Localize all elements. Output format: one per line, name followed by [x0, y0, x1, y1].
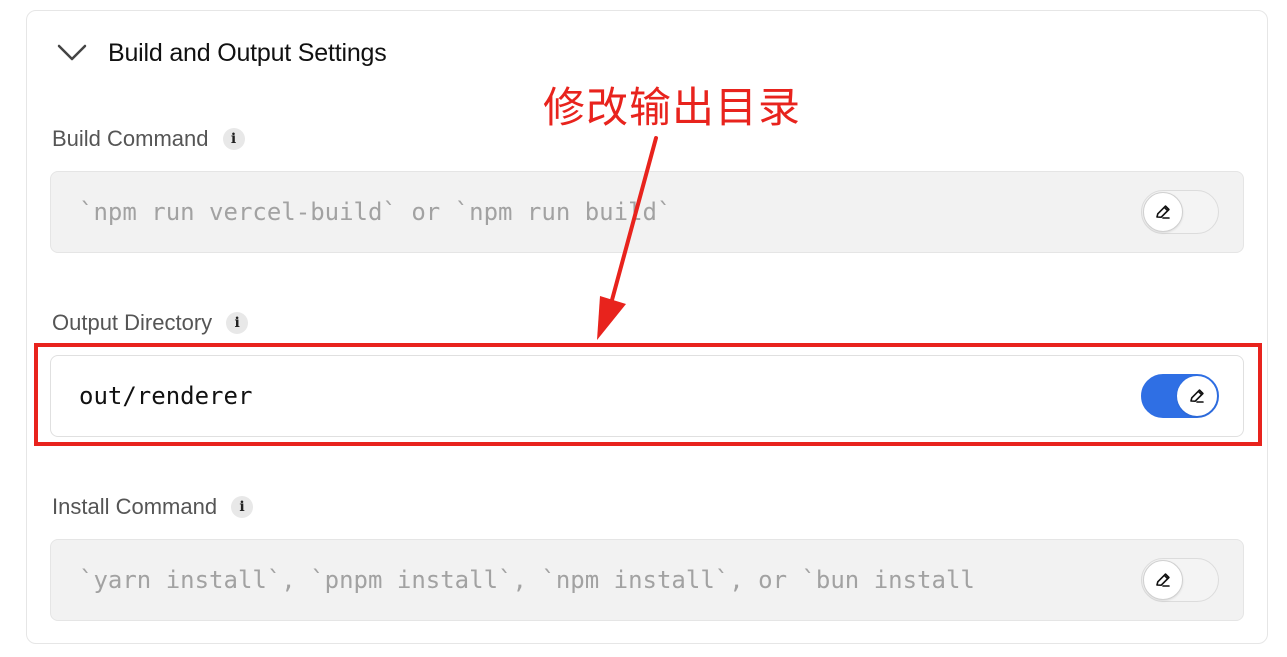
pencil-icon [1177, 376, 1217, 416]
install-command-placeholder: `yarn install`, `pnpm install`, `npm ins… [79, 566, 975, 594]
section-header[interactable]: Build and Output Settings [56, 36, 387, 70]
output-directory-label: Output Directory i [52, 310, 249, 336]
build-command-field[interactable]: `npm run vercel-build` or `npm run build… [50, 171, 1244, 253]
build-command-label-text: Build Command [52, 126, 209, 151]
build-command-label: Build Command i [52, 126, 245, 152]
info-icon[interactable]: i [226, 312, 249, 334]
install-command-label: Install Command i [52, 494, 254, 520]
output-directory-input[interactable]: out/renderer [79, 382, 252, 410]
output-directory-label-text: Output Directory [52, 310, 213, 335]
build-command-override-toggle[interactable] [1141, 190, 1219, 234]
chevron-down-icon[interactable] [56, 37, 88, 69]
install-command-field[interactable]: `yarn install`, `pnpm install`, `npm ins… [50, 539, 1244, 621]
pencil-icon [1143, 560, 1183, 600]
output-directory-field[interactable]: out/renderer [50, 355, 1244, 437]
install-command-label-text: Install Command [52, 494, 218, 519]
section-title: Build and Output Settings [108, 38, 387, 67]
install-command-override-toggle[interactable] [1141, 558, 1219, 602]
annotation-text: 修改输出目录 [543, 83, 802, 132]
pencil-icon [1143, 192, 1183, 232]
info-icon[interactable]: i [231, 496, 254, 518]
output-directory-override-toggle[interactable] [1141, 374, 1219, 418]
info-icon[interactable]: i [222, 128, 245, 150]
build-command-placeholder: `npm run vercel-build` or `npm run build… [79, 198, 672, 226]
